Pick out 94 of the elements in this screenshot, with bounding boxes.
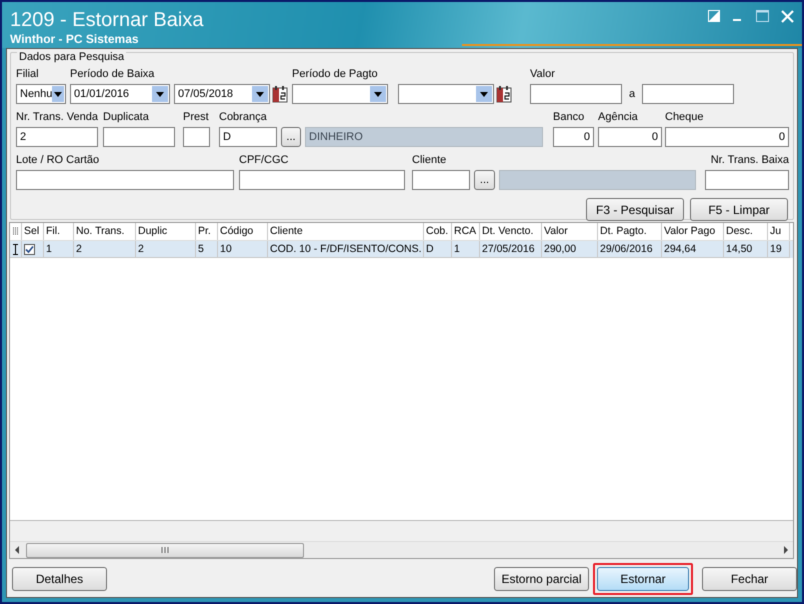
field-label: Banco bbox=[553, 110, 586, 124]
dropdown-arrow-icon bbox=[480, 92, 488, 96]
field-label: Valor bbox=[530, 67, 556, 81]
date-field[interactable] bbox=[292, 84, 388, 104]
column-header[interactable]: RCA bbox=[452, 223, 480, 240]
clear-button[interactable]: F5 - Limpar bbox=[690, 198, 788, 221]
table-cell: 2 bbox=[136, 241, 196, 258]
field-label: Período de Pagto bbox=[292, 67, 379, 81]
table-cell: 2 bbox=[74, 241, 136, 258]
horizontal-scrollbar[interactable] bbox=[10, 541, 793, 558]
table-cell: 10 bbox=[218, 241, 268, 258]
scroll-thumb[interactable] bbox=[26, 542, 304, 558]
text-field[interactable]: 0 bbox=[665, 127, 789, 147]
table-cell: 27/05/2016 bbox=[480, 241, 542, 258]
text-cursor-icon bbox=[13, 244, 18, 254]
table-cell: 14,50 bbox=[724, 241, 768, 258]
lookup-button[interactable]: ... bbox=[474, 170, 495, 190]
table-cell: D bbox=[424, 241, 452, 258]
panel-title: Dados para Pesquisa bbox=[17, 51, 126, 63]
maximize-icon[interactable] bbox=[756, 10, 769, 22]
text-field[interactable] bbox=[642, 84, 734, 104]
column-header[interactable]: Dt. Vencto. bbox=[480, 223, 542, 240]
lookup-button[interactable]: ... bbox=[281, 127, 301, 147]
table-cell: 5 bbox=[196, 241, 218, 258]
column-header[interactable]: Pr. bbox=[196, 223, 218, 240]
range-separator: a bbox=[628, 88, 636, 100]
text-field[interactable] bbox=[239, 170, 405, 190]
field-label: CPF/CGC bbox=[239, 153, 290, 167]
date-field[interactable]: 01/01/2016 bbox=[70, 84, 170, 104]
action-button[interactable]: Fechar bbox=[702, 567, 797, 591]
column-header[interactable]: Código bbox=[218, 223, 268, 240]
window-title: 1209 - Estornar Baixa bbox=[10, 8, 204, 32]
field-label: Período de Baixa bbox=[70, 67, 156, 81]
text-field[interactable]: 0 bbox=[553, 127, 594, 147]
column-header[interactable]: Cliente bbox=[268, 223, 424, 240]
branch-select[interactable]: Nenhu bbox=[16, 84, 66, 104]
text-field[interactable] bbox=[412, 170, 470, 190]
column-header[interactable]: Duplic bbox=[136, 223, 196, 240]
column-header[interactable]: Sel bbox=[22, 223, 44, 240]
column-menu-icon[interactable] bbox=[10, 223, 22, 240]
column-header[interactable]: Desc. bbox=[724, 223, 768, 240]
window-subtitle: Winthor - PC Sistemas bbox=[10, 32, 140, 46]
column-header[interactable]: Cob. bbox=[424, 223, 452, 240]
action-button[interactable]: Estornar bbox=[597, 567, 689, 591]
date-field[interactable] bbox=[398, 84, 494, 104]
resize-icon[interactable] bbox=[708, 10, 720, 22]
table-cell: 1 bbox=[44, 241, 74, 258]
scroll-right-arrow-icon[interactable] bbox=[783, 546, 789, 554]
readonly-field: DINHEIRO bbox=[305, 127, 543, 147]
table-cell: 294,64 bbox=[662, 241, 724, 258]
field-label: Lote / RO Cartão bbox=[16, 153, 100, 167]
column-header[interactable]: Ju bbox=[768, 223, 790, 240]
row-checkbox[interactable] bbox=[24, 244, 35, 254]
dropdown-arrow-icon bbox=[54, 92, 62, 96]
dropdown-arrow-icon bbox=[256, 92, 264, 96]
field-label: Cliente bbox=[412, 153, 448, 167]
close-icon[interactable] bbox=[781, 10, 794, 23]
field-label: Duplicata bbox=[103, 110, 150, 124]
search-button[interactable]: F3 - Pesquisar bbox=[586, 198, 684, 221]
field-label: Prest bbox=[183, 110, 210, 124]
field-label: Nr. Trans. Venda bbox=[16, 110, 98, 124]
field-label: Cobrança bbox=[219, 110, 268, 124]
column-header[interactable]: Fil. bbox=[44, 223, 74, 240]
field-label: Cheque bbox=[665, 110, 705, 124]
calendar-icon[interactable] bbox=[272, 85, 288, 103]
table-cell: 1 bbox=[452, 241, 480, 258]
dropdown-arrow-icon bbox=[374, 92, 382, 96]
table-row[interactable]: 1 2 2 5 10 COD. 10 - F/DF/ISENTO/CONS. D 1 27/05/2016 290,00 29/06/2016 294,64 14,50 19 bbox=[10, 241, 793, 258]
text-field[interactable] bbox=[183, 127, 210, 147]
column-header[interactable]: Dt. Pagto. bbox=[598, 223, 662, 240]
text-field[interactable]: D bbox=[219, 127, 277, 147]
calendar-icon[interactable] bbox=[496, 85, 512, 103]
table-cell: 29/06/2016 bbox=[598, 241, 662, 258]
table-cell: COD. 10 - F/DF/ISENTO/CONS. bbox=[268, 241, 424, 258]
dropdown-arrow-icon bbox=[156, 92, 164, 96]
text-field[interactable]: 2 bbox=[16, 127, 98, 147]
table-cell: 19 bbox=[768, 241, 790, 258]
field-label: Agência bbox=[598, 110, 639, 124]
table-cell: 290,00 bbox=[542, 241, 598, 258]
column-header[interactable]: Valor Pago bbox=[662, 223, 724, 240]
field-label: Nr. Trans. Baixa bbox=[710, 153, 789, 167]
action-button[interactable]: Estorno parcial bbox=[494, 567, 589, 591]
text-field[interactable] bbox=[705, 170, 789, 190]
grip-icon bbox=[161, 547, 169, 553]
field-label: Filial bbox=[16, 67, 40, 81]
text-field[interactable]: 0 bbox=[598, 127, 662, 147]
column-header[interactable]: No. Trans. bbox=[74, 223, 136, 240]
text-field[interactable] bbox=[530, 84, 622, 104]
text-field[interactable] bbox=[16, 170, 234, 190]
scroll-left-arrow-icon[interactable] bbox=[14, 546, 20, 554]
column-header[interactable]: Valor bbox=[542, 223, 598, 240]
date-field[interactable]: 07/05/2018 bbox=[174, 84, 270, 104]
text-field[interactable] bbox=[103, 127, 175, 147]
action-button[interactable]: Detalhes bbox=[12, 567, 107, 591]
